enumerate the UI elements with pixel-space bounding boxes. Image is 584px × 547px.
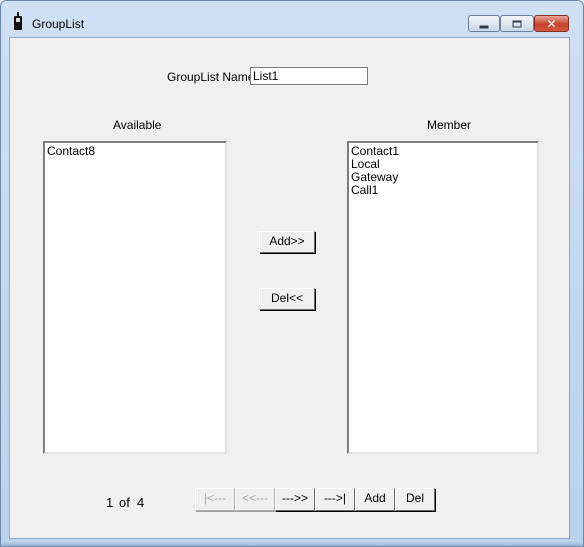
member-listbox[interactable]: Contact1 Local Gateway Call1 [347, 141, 539, 454]
list-item[interactable]: Call1 [351, 184, 535, 197]
title-bar[interactable]: GroupList ✕ [1, 1, 583, 33]
grouplist-name-input[interactable]: List1 [250, 67, 368, 85]
grouplist-name-label: GroupList Name [167, 70, 255, 84]
minimize-icon [479, 25, 489, 28]
available-listbox[interactable]: Contact8 [43, 141, 227, 454]
delete-record-button[interactable]: Del [395, 488, 435, 511]
remove-from-member-button[interactable]: Del<< [259, 288, 315, 310]
add-to-member-button[interactable]: Add>> [259, 231, 315, 253]
close-button[interactable]: ✕ [534, 15, 569, 32]
next-record-button[interactable]: --->> [275, 488, 315, 511]
list-item[interactable]: Contact8 [47, 145, 223, 158]
mobile-phone-icon [14, 12, 22, 30]
page-of-label: of [119, 495, 130, 510]
first-record-button[interactable]: |<--- [195, 488, 235, 511]
minimize-button[interactable] [468, 15, 500, 32]
maximize-icon [512, 20, 522, 27]
list-item[interactable]: Gateway [351, 171, 535, 184]
last-record-button[interactable]: --->| [315, 488, 355, 511]
previous-record-button[interactable]: <<--- [235, 488, 275, 511]
add-record-button[interactable]: Add [355, 488, 395, 511]
window-frame-bottom [1, 540, 583, 546]
grouplist-window: GroupList ✕ GroupList Name List1 Availab… [0, 0, 584, 547]
page-total: 4 [137, 495, 145, 510]
window-title: GroupList [32, 17, 85, 31]
dialog-client-area: GroupList Name List1 Available Member Co… [9, 37, 570, 539]
close-icon: ✕ [546, 16, 557, 31]
maximize-button[interactable] [500, 15, 534, 32]
available-label: Available [113, 118, 162, 132]
page-current: 1 [106, 495, 114, 510]
member-label: Member [427, 118, 472, 132]
